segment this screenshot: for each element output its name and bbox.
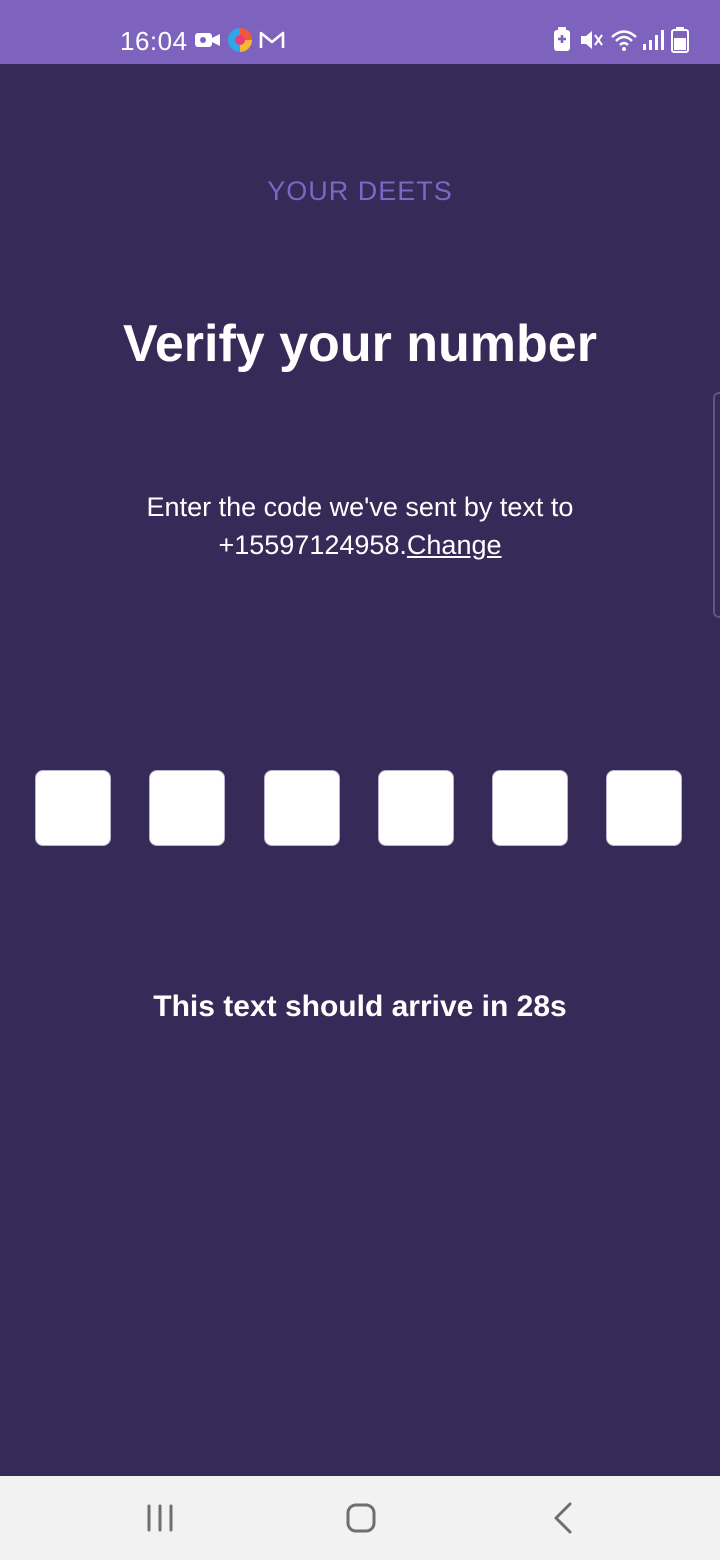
resend-countdown: This text should arrive in 28s — [153, 990, 567, 1023]
section-label: YOUR DEETS — [267, 176, 453, 206]
code-digit-input-5[interactable] — [492, 770, 568, 846]
code-digit-input-6[interactable] — [606, 770, 682, 846]
gmail-icon — [259, 31, 285, 48]
code-digit-input-3[interactable] — [264, 770, 340, 846]
verify-screen: YOUR DEETS Verify your number Enter the … — [0, 64, 720, 1476]
home-icon[interactable] — [341, 1498, 381, 1538]
instruction-message: Enter the code we've sent by text to +15… — [146, 492, 574, 560]
navigation-bar — [0, 1476, 720, 1560]
mute-icon — [581, 31, 603, 49]
code-digit-input-2[interactable] — [149, 770, 225, 846]
status-bar: 16:04 — [0, 0, 720, 64]
change-number-link[interactable]: Change — [407, 530, 502, 560]
wifi-icon — [611, 30, 637, 51]
status-time: 16:04 — [120, 26, 188, 56]
page-title: Verify your number — [123, 315, 597, 373]
code-digit-input-1[interactable] — [35, 770, 111, 846]
instruction-text: Enter the code we've sent by text to +15… — [60, 488, 660, 564]
code-digit-input-4[interactable] — [378, 770, 454, 846]
recent-apps-icon[interactable] — [140, 1498, 180, 1538]
video-camera-icon — [195, 33, 220, 47]
signal-icon — [643, 30, 664, 50]
code-input-row — [35, 770, 685, 848]
battery-saver-icon — [554, 27, 570, 51]
browser-app-icon — [228, 28, 252, 52]
back-icon[interactable] — [543, 1498, 583, 1538]
edge-panel-handle[interactable] — [713, 392, 720, 618]
battery-icon — [671, 27, 689, 53]
